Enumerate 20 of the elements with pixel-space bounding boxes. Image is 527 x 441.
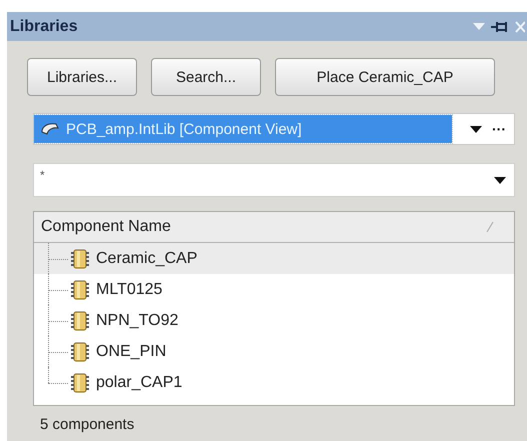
- more-button[interactable]: ···: [492, 121, 506, 137]
- component-row[interactable]: MLT0125: [34, 274, 514, 305]
- component-name: Ceramic_CAP: [96, 250, 198, 268]
- library-name: PCB_amp.IntLib [Component View]: [66, 120, 302, 138]
- component-name: NPN_TO92: [96, 312, 178, 330]
- column-header[interactable]: Component Name: [34, 212, 514, 243]
- library-dropdown[interactable]: PCB_amp.IntLib [Component View] ···: [33, 113, 515, 145]
- place-button[interactable]: Place Ceramic_CAP: [275, 58, 495, 96]
- component-name: ONE_PIN: [96, 342, 166, 360]
- filter-field[interactable]: *: [33, 163, 515, 197]
- component-row[interactable]: ONE_PIN: [34, 336, 514, 367]
- panel-title: Libraries: [10, 18, 79, 36]
- component-row[interactable]: NPN_TO92: [34, 305, 514, 336]
- component-name: polar_CAP1: [96, 374, 182, 392]
- component-count: 5 components: [40, 416, 136, 433]
- libraries-button[interactable]: Libraries...: [27, 58, 137, 96]
- search-button[interactable]: Search...: [151, 58, 261, 96]
- component-row[interactable]: polar_CAP1: [34, 367, 514, 398]
- component-row[interactable]: Ceramic_CAP: [34, 243, 514, 274]
- component-name: MLT0125: [96, 280, 162, 298]
